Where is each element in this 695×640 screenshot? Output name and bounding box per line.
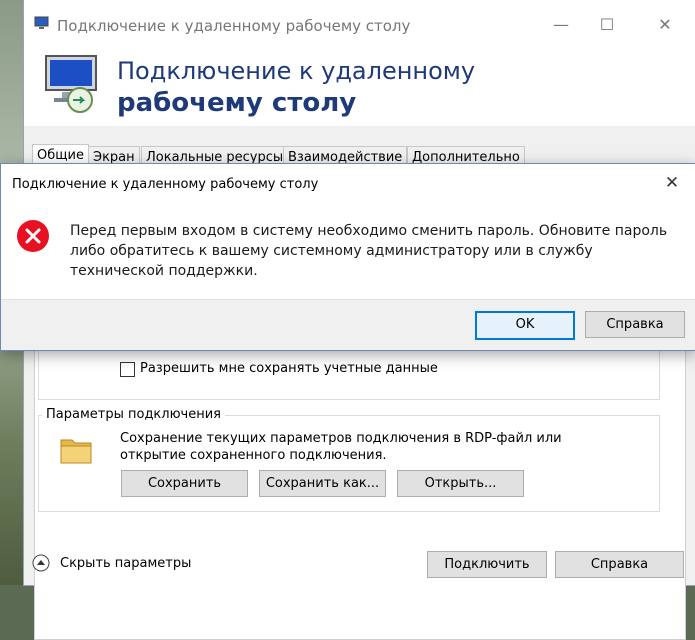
- dialog-footer: OK Справка: [1, 299, 695, 350]
- open-button[interactable]: Открыть...: [397, 470, 524, 497]
- window-title: Подключение к удаленному рабочему столу: [57, 17, 411, 35]
- title-bar: Подключение к удаленному рабочему столу …: [24, 0, 695, 44]
- folder-icon: [60, 439, 92, 464]
- hide-options-icon[interactable]: [32, 554, 50, 572]
- help-button[interactable]: Справка: [555, 551, 684, 578]
- connection-settings-title: Параметры подключения: [42, 407, 225, 422]
- save-as-button[interactable]: Сохранить как...: [259, 470, 386, 497]
- save-credentials-label: Разрешить мне сохранять учетные данные: [140, 361, 438, 376]
- dialog-message: Перед первым входом в систему необходимо…: [70, 223, 668, 279]
- close-icon[interactable]: ✕: [650, 10, 680, 40]
- banner-title-line2: рабочему столу: [117, 88, 357, 118]
- banner-title-line1: Подключение к удаленному: [117, 57, 476, 85]
- error-dialog: Подключение к удаленному рабочему столу …: [0, 163, 695, 351]
- remote-desktop-icon: [45, 55, 97, 113]
- dialog-help-button[interactable]: Справка: [585, 311, 685, 338]
- banner: Подключение к удаленному рабочему столу: [24, 44, 695, 126]
- hide-options-label[interactable]: Скрыть параметры: [60, 556, 191, 571]
- save-button[interactable]: Сохранить: [121, 470, 248, 497]
- rdp-app-icon: [34, 16, 49, 29]
- dialog-close-icon[interactable]: ✕: [657, 170, 687, 196]
- error-icon: [17, 220, 49, 252]
- minimize-icon[interactable]: —: [546, 10, 576, 40]
- dialog-title: Подключение к удаленному рабочему столу: [12, 177, 319, 192]
- maximize-icon[interactable]: ☐: [592, 10, 622, 40]
- ok-button[interactable]: OK: [475, 311, 575, 340]
- connect-button[interactable]: Подключить: [427, 551, 547, 578]
- connection-settings-description: Сохранение текущих параметров подключени…: [120, 431, 562, 463]
- save-credentials-checkbox[interactable]: [120, 362, 135, 377]
